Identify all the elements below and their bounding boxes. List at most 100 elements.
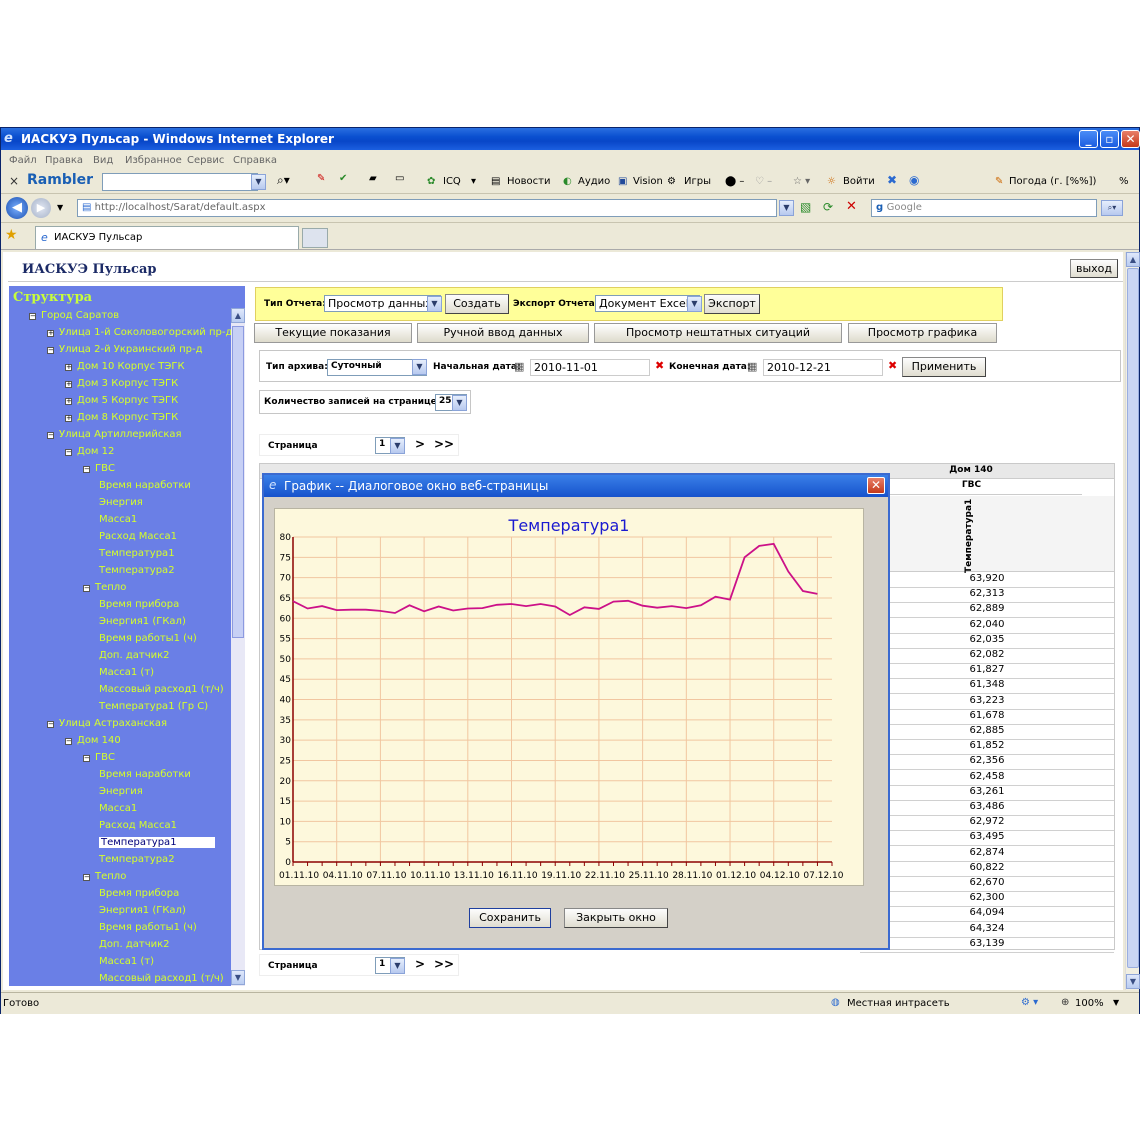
tree-item[interactable]: Тепло	[95, 582, 126, 593]
tree-expander-icon[interactable]: +	[65, 415, 72, 422]
report-type-select[interactable]: Просмотр данных	[324, 295, 441, 312]
vision-button[interactable]: Vision	[633, 176, 663, 187]
tree-expander-icon[interactable]: −	[29, 313, 36, 320]
mail-icon[interactable]: ▭	[395, 173, 404, 184]
audio-button[interactable]: Аудио	[578, 176, 610, 187]
tree-item[interactable]: Время работы1 (ч)	[99, 633, 197, 644]
tree-item[interactable]: Время прибора	[99, 599, 179, 610]
tree-expander-icon[interactable]: +	[65, 398, 72, 405]
tree-expander-icon[interactable]: −	[83, 755, 90, 762]
clear-start-icon[interactable]: ✖	[655, 359, 664, 372]
close-window-dialog-button[interactable]: Закрыть окно	[564, 908, 668, 928]
page-scrollbar[interactable]: ▲ ▼	[1125, 252, 1140, 990]
scroll-down-button[interactable]: ▼	[1126, 974, 1140, 989]
new-tab-button[interactable]	[302, 228, 328, 248]
menu-file[interactable]: Файл	[9, 155, 37, 166]
calendar-icon[interactable]: ▦	[514, 360, 524, 373]
spellcheck-icon[interactable]: ✔	[339, 173, 347, 184]
tree-item[interactable]: Дом 10 Корпус ТЭГК	[77, 361, 185, 372]
next-page-button[interactable]: >	[415, 437, 425, 451]
tree-expander-icon[interactable]: −	[83, 585, 90, 592]
address-input[interactable]: ▤ http://localhost/Sarat/default.aspx	[77, 199, 777, 217]
tab-active[interactable]: e ИАСКУЭ Пульсар	[35, 226, 299, 249]
tree-item[interactable]: Время наработки	[99, 480, 191, 491]
tree-item[interactable]: Доп. датчик2	[99, 939, 170, 950]
news-button[interactable]: Новости	[507, 176, 550, 187]
address-dropdown[interactable]: ▼	[779, 200, 794, 216]
tree-item[interactable]: Улица Астраханская	[59, 718, 167, 729]
stop-icon[interactable]: ✕	[846, 199, 857, 214]
icq-dropdown-icon[interactable]: ▾	[471, 176, 476, 187]
tree-scroll-thumb[interactable]	[232, 326, 244, 638]
menu-help[interactable]: Справка	[233, 155, 277, 166]
weather-button[interactable]: Погода (г. [%%])	[1009, 176, 1096, 187]
archive-type-dropdown[interactable]: ▼	[412, 359, 427, 375]
tree-item[interactable]: Энергия	[99, 497, 143, 508]
tree-item[interactable]: Дом 12	[77, 446, 114, 457]
tree-item[interactable]: Город Саратов	[41, 310, 119, 321]
icq-button[interactable]: ICQ	[443, 176, 461, 187]
tree-item[interactable]: Масса1 (т)	[99, 956, 154, 967]
forward-button[interactable]: ▶	[31, 198, 51, 218]
start-date-input[interactable]: 2010-11-01	[530, 359, 650, 376]
rambler-search-input[interactable]	[102, 173, 258, 191]
tree-item[interactable]: Энергия	[99, 786, 143, 797]
tree-item[interactable]: Дом 3 Корпус ТЭГК	[77, 378, 178, 389]
end-date-input[interactable]: 2010-12-21	[763, 359, 883, 376]
tree-expander-icon[interactable]: −	[65, 738, 72, 745]
tree-item[interactable]: Энергия1 (ГКал)	[99, 905, 186, 916]
tree-item[interactable]: Расход Масса1	[99, 820, 177, 831]
search-icon[interactable]: ⌕▾	[277, 173, 290, 188]
tree-item[interactable]: Время работы1 (ч)	[99, 922, 197, 933]
export-dropdown[interactable]: ▼	[687, 296, 702, 312]
tree-item[interactable]: Время наработки	[99, 769, 191, 780]
page-dropdown[interactable]: ▼	[390, 958, 405, 974]
window-titlebar[interactable]: e ИАСКУЭ Пульсар - Windows Internet Expl…	[1, 128, 1140, 150]
search-engine-input[interactable]: g Google	[871, 199, 1097, 217]
history-dropdown-icon[interactable]: ▼	[57, 203, 63, 212]
compatibility-icon[interactable]: ▧	[800, 200, 811, 214]
favorites-star-icon[interactable]: ★	[5, 227, 18, 243]
save-button[interactable]: Сохранить	[469, 908, 551, 928]
tree-expander-icon[interactable]: +	[65, 381, 72, 388]
menu-edit[interactable]: Правка	[45, 155, 83, 166]
rambler-search-dropdown[interactable]: ▼	[251, 174, 266, 190]
dialog-titlebar[interactable]: e График -- Диалоговое окно веб-страницы…	[264, 475, 888, 497]
scroll-up-button[interactable]: ▲	[1126, 252, 1140, 267]
tree-expander-icon[interactable]: −	[47, 721, 54, 728]
tree-item[interactable]: Дом 8 Корпус ТЭГК	[77, 412, 178, 423]
tree-item[interactable]: Тепло	[95, 871, 126, 882]
calendar-icon[interactable]: ▦	[747, 360, 757, 373]
tree-item[interactable]: Энергия1 (ГКал)	[99, 616, 186, 627]
tree-expander-icon[interactable]: −	[47, 432, 54, 439]
tree-item[interactable]: Температура1	[99, 548, 175, 559]
tree-item[interactable]: Улица 1-й Соколовогорский пр-д	[59, 327, 232, 338]
tree-scrollbar[interactable]: ▲ ▼	[231, 308, 245, 986]
records-dropdown[interactable]: ▼	[452, 395, 467, 411]
tree-item[interactable]: Доп. датчик2	[99, 650, 170, 661]
tree-item[interactable]: Дом 5 Корпус ТЭГК	[77, 395, 178, 406]
menu-favorites[interactable]: Избранное	[125, 155, 182, 166]
menu-view[interactable]: Вид	[93, 155, 113, 166]
clear-end-icon[interactable]: ✖	[888, 359, 897, 372]
create-button[interactable]: Создать	[445, 294, 509, 314]
heart-icon[interactable]: ♡ –	[755, 176, 772, 187]
close-window-button[interactable]: ✕	[1121, 130, 1140, 148]
next-page-button[interactable]: >	[415, 957, 425, 971]
tree-expander-icon[interactable]: −	[83, 466, 90, 473]
tab-graph-view[interactable]: Просмотр графика	[848, 323, 997, 343]
games-button[interactable]: Игры	[684, 176, 711, 187]
export-select[interactable]: Документ Excel	[595, 295, 700, 312]
tree-item[interactable]: Масса1	[99, 803, 137, 814]
back-button[interactable]: ◀	[6, 197, 28, 219]
last-page-button[interactable]: >>	[434, 957, 454, 971]
scroll-thumb[interactable]	[1127, 268, 1139, 968]
minimize-button[interactable]: _	[1079, 130, 1098, 148]
protected-mode-icon[interactable]: ⚙ ▾	[1021, 997, 1038, 1008]
tree-expander-icon[interactable]: +	[47, 330, 54, 337]
logout-button[interactable]: выход	[1070, 259, 1118, 278]
tree-item[interactable]: Время прибора	[99, 888, 179, 899]
maximize-button[interactable]: ▫	[1100, 130, 1119, 148]
refresh-icon[interactable]: ⟳	[823, 200, 833, 214]
tree-expander-icon[interactable]: +	[65, 364, 72, 371]
